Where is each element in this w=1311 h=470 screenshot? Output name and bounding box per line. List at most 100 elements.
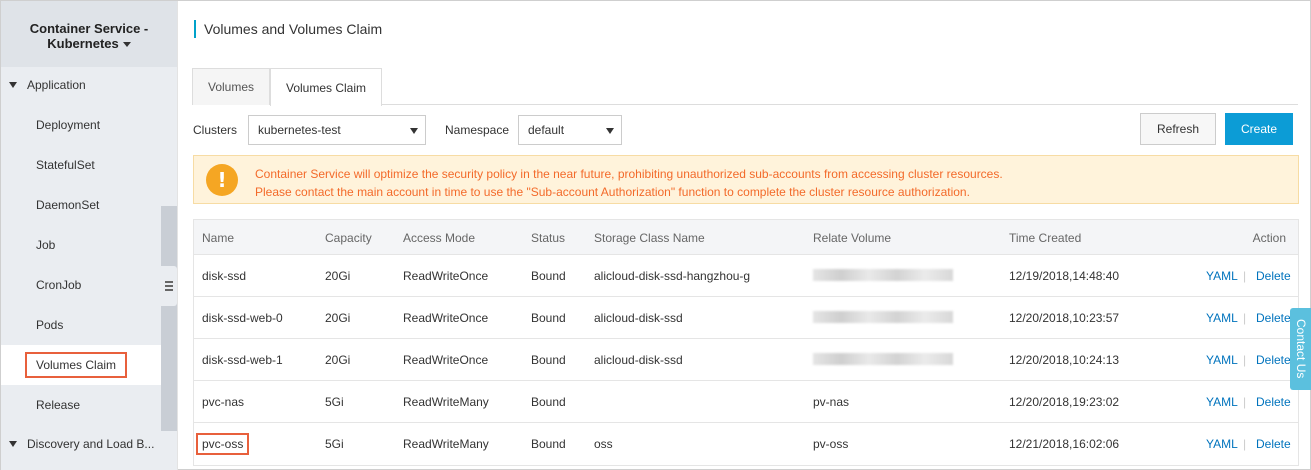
delete-link[interactable]: Delete bbox=[1256, 353, 1291, 367]
cell-access-mode: ReadWriteOnce bbox=[403, 269, 489, 283]
sidebar-item-label: CronJob bbox=[36, 278, 82, 292]
yaml-link[interactable]: YAML bbox=[1206, 353, 1238, 367]
product-title-line1: Container Service - bbox=[29, 21, 149, 36]
delete-link[interactable]: Delete bbox=[1256, 395, 1291, 409]
cell-access-mode: ReadWriteOnce bbox=[403, 311, 489, 325]
cell-name: disk-ssd-web-1 bbox=[202, 353, 283, 367]
table-row: disk-ssd-web-1 20Gi ReadWriteOnce Bound … bbox=[194, 339, 1298, 381]
tab-bar: Volumes Volumes Claim bbox=[192, 68, 1298, 106]
yaml-link[interactable]: YAML bbox=[1206, 269, 1238, 283]
sidebar-group-application[interactable]: Application bbox=[1, 67, 161, 103]
delete-link[interactable]: Delete bbox=[1256, 437, 1291, 451]
clusters-select-value: kubernetes-test bbox=[258, 123, 341, 137]
refresh-button[interactable]: Refresh bbox=[1140, 113, 1216, 145]
cell-storage-class: oss bbox=[594, 437, 613, 451]
sidebar-item-label: StatefulSet bbox=[36, 158, 95, 172]
tab-volumes[interactable]: Volumes bbox=[192, 68, 270, 105]
cell-time-created: 12/20/2018,10:24:13 bbox=[1009, 353, 1120, 367]
cell-relate-volume: pv-nas bbox=[813, 395, 850, 409]
sidebar-item-label: Release bbox=[36, 398, 81, 412]
sidebar-item-label: Pods bbox=[36, 318, 64, 332]
header-name: Name bbox=[202, 231, 235, 245]
cell-status: Bound bbox=[531, 353, 566, 367]
sidebar-item-pods[interactable]: Pods bbox=[1, 305, 161, 345]
sidebar-item-label: Deployment bbox=[36, 118, 101, 132]
header-storage-class: Storage Class Name bbox=[594, 231, 705, 245]
cell-time-created: 12/21/2018,16:02:06 bbox=[1009, 437, 1120, 451]
sidebar-item-deployment[interactable]: Deployment bbox=[1, 105, 161, 145]
tab-volumes-claim[interactable]: Volumes Claim bbox=[270, 68, 382, 106]
sidebar-item-release[interactable]: Release bbox=[1, 385, 161, 425]
action-separator: | bbox=[1243, 437, 1247, 451]
header-access-mode: Access Mode bbox=[403, 231, 476, 245]
product-title-line2: Kubernetes bbox=[47, 36, 119, 51]
cell-time-created: 12/19/2018,14:48:40 bbox=[1009, 269, 1120, 283]
alert-line-1: Container Service will optimize the secu… bbox=[255, 167, 1003, 181]
sidebar-collapse-toggle[interactable] bbox=[161, 266, 177, 306]
cell-relate-volume-redacted bbox=[813, 311, 953, 323]
sidebar-item-volumes-claim[interactable]: Volumes Claim bbox=[1, 345, 161, 385]
tab-label: Volumes Claim bbox=[285, 80, 367, 95]
sidebar-item-job[interactable]: Job bbox=[1, 225, 161, 265]
alert-message: Container Service will optimize the secu… bbox=[255, 165, 1003, 201]
cell-status: Bound bbox=[531, 311, 566, 325]
sidebar-group-discovery[interactable]: Discovery and Load B... bbox=[1, 426, 161, 462]
yaml-link[interactable]: YAML bbox=[1206, 311, 1238, 325]
cell-relate-volume-redacted bbox=[813, 269, 953, 281]
clusters-select[interactable]: kubernetes-test bbox=[248, 115, 426, 145]
header-time-created: Time Created bbox=[1009, 231, 1082, 245]
sidebar-scrollbar[interactable] bbox=[161, 206, 177, 431]
product-switcher[interactable]: Container Service - Kubernetes bbox=[1, 1, 177, 67]
header-status: Status bbox=[531, 231, 566, 245]
cell-time-created: 12/20/2018,19:23:02 bbox=[1009, 395, 1120, 409]
table-row: pvc-nas 5Gi ReadWriteMany Bound pv-nas 1… bbox=[194, 381, 1298, 423]
cell-capacity: 20Gi bbox=[325, 311, 351, 325]
header-action: Action bbox=[1252, 231, 1286, 245]
sidebar-item-label: Volumes Claim bbox=[25, 352, 128, 378]
create-button[interactable]: Create bbox=[1225, 113, 1293, 145]
cell-capacity: 20Gi bbox=[325, 269, 351, 283]
sidebar-item-cronjob[interactable]: CronJob bbox=[1, 265, 161, 305]
header-relate-volume: Relate Volume bbox=[813, 231, 892, 245]
table-header: Name Capacity Access Mode Status Storage… bbox=[194, 220, 1298, 255]
sidebar-item-statefulset[interactable]: StatefulSet bbox=[1, 145, 161, 185]
delete-link[interactable]: Delete bbox=[1256, 269, 1291, 283]
sidebar-item-label: DaemonSet bbox=[36, 198, 100, 212]
sidebar: Container Service - Kubernetes Applicati… bbox=[1, 1, 177, 470]
namespace-select-value: default bbox=[528, 123, 565, 137]
cell-access-mode: ReadWriteMany bbox=[403, 437, 489, 451]
yaml-link[interactable]: YAML bbox=[1206, 437, 1238, 451]
action-separator: | bbox=[1243, 311, 1247, 325]
cell-name: disk-ssd bbox=[202, 269, 247, 283]
cell-status: Bound bbox=[531, 395, 566, 409]
cell-name: disk-ssd-web-0 bbox=[202, 311, 283, 325]
caret-down-icon bbox=[122, 42, 131, 48]
cell-access-mode: ReadWriteMany bbox=[403, 395, 489, 409]
action-separator: | bbox=[1243, 269, 1247, 283]
cell-status: Bound bbox=[531, 269, 566, 283]
header-capacity: Capacity bbox=[325, 231, 372, 245]
contact-us-label: Contact Us bbox=[1294, 319, 1308, 379]
cell-relate-volume: pv-oss bbox=[813, 437, 849, 451]
contact-us-button[interactable]: Contact Us bbox=[1290, 308, 1311, 390]
main-content: Volumes and Volumes Claim Volumes Volume… bbox=[177, 1, 1311, 470]
table-row: disk-ssd 20Gi ReadWriteOnce Bound aliclo… bbox=[194, 255, 1298, 297]
action-separator: | bbox=[1243, 353, 1247, 367]
cell-relate-volume-redacted bbox=[813, 353, 953, 365]
cell-capacity: 20Gi bbox=[325, 353, 351, 367]
sidebar-group-label: Discovery and Load B... bbox=[27, 437, 155, 451]
exclamation-icon: ! bbox=[206, 164, 238, 196]
alert-line-2: Please contact the main account in time … bbox=[255, 185, 970, 199]
menu-collapse-icon bbox=[165, 281, 173, 291]
namespace-select[interactable]: default bbox=[518, 115, 622, 145]
tab-label: Volumes bbox=[207, 80, 255, 94]
delete-link[interactable]: Delete bbox=[1256, 311, 1291, 325]
yaml-link[interactable]: YAML bbox=[1206, 395, 1238, 409]
cell-capacity: 5Gi bbox=[325, 395, 344, 409]
table-row: disk-ssd-web-0 20Gi ReadWriteOnce Bound … bbox=[194, 297, 1298, 339]
sidebar-item-daemonset[interactable]: DaemonSet bbox=[1, 185, 161, 225]
table-row: pvc-oss 5Gi ReadWriteMany Bound oss pv-o… bbox=[194, 423, 1298, 465]
warning-alert: ! Container Service will optimize the se… bbox=[193, 155, 1299, 204]
cell-capacity: 5Gi bbox=[325, 437, 344, 451]
clusters-label: Clusters bbox=[193, 123, 238, 137]
